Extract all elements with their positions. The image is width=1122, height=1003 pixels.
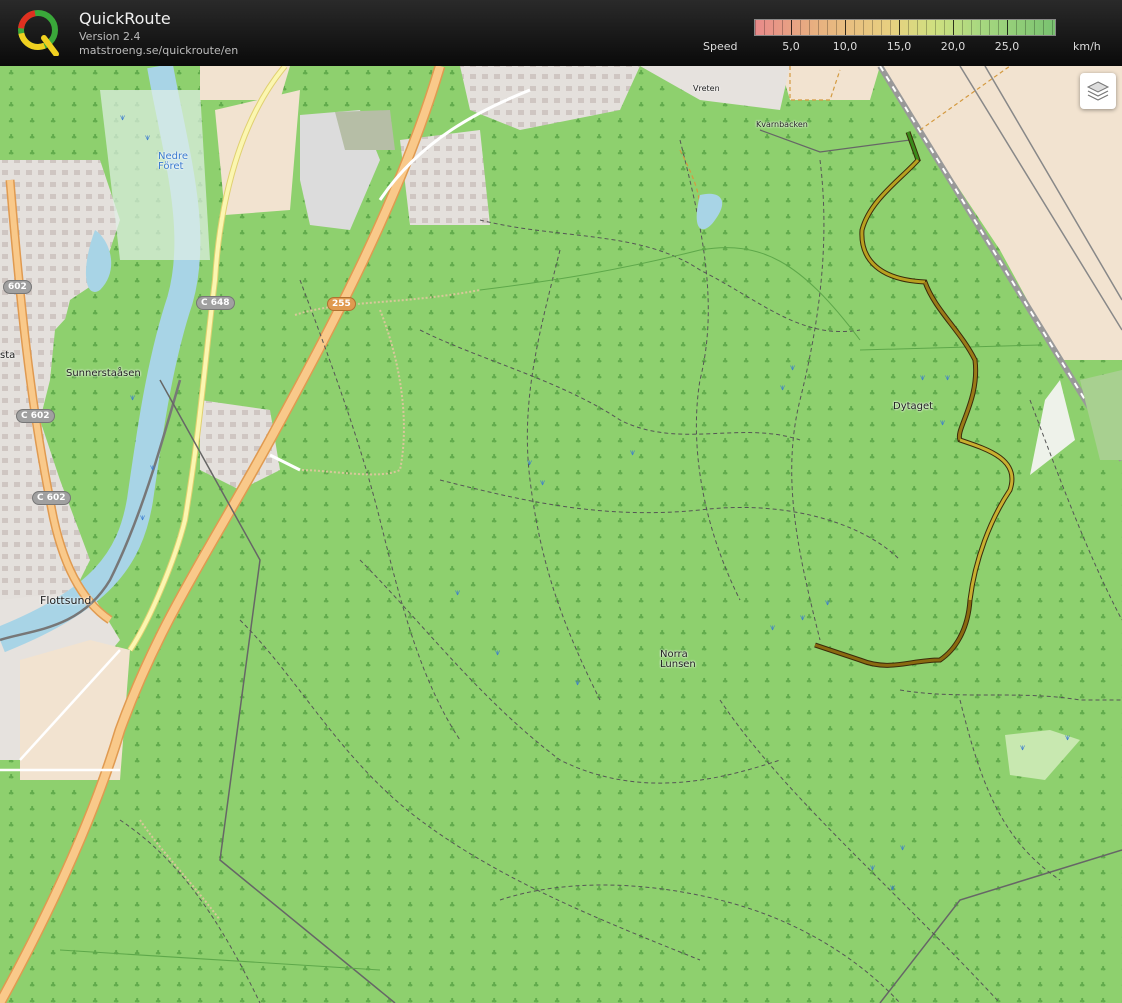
svg-text:⩛: ⩛ [140,513,145,523]
place-flottsund: Flottsund [40,594,92,607]
road-shield-c648: C 648 [196,296,235,310]
speed-tick-25: 25,0 [994,40,1020,53]
farmland-north [780,66,880,100]
svg-text:⩛: ⩛ [540,478,545,488]
speed-tick-10: 10,0 [832,40,858,53]
road-shield-c602: C 602 [16,409,55,423]
svg-text:⩛: ⩛ [495,648,500,658]
speed-unit: km/h [1073,40,1101,53]
layers-icon [1086,81,1110,101]
svg-text:⩛: ⩛ [527,458,532,468]
place-dytaget: Dytaget [893,401,934,412]
svg-text:⩛: ⩛ [575,678,580,688]
app-version: Version 2.4 [79,30,141,43]
svg-text:⩛: ⩛ [455,588,460,598]
svg-text:⩛: ⩛ [1065,733,1070,743]
svg-text:⩛: ⩛ [900,843,905,853]
speed-label: Speed [703,40,738,53]
svg-text:⩛: ⩛ [120,113,125,123]
svg-text:⩛: ⩛ [1020,743,1025,753]
svg-text:⩛: ⩛ [770,623,775,633]
app-url[interactable]: matstroeng.se/quickroute/en [79,44,238,57]
app-title: QuickRoute [79,9,171,28]
quickroute-logo-icon [18,10,59,56]
svg-text:⩛: ⩛ [800,613,805,623]
place-norra-lunsen: Norra Lunsen [660,649,696,670]
svg-text:⩛: ⩛ [870,863,875,873]
road-shield-c602-south: C 602 [32,491,71,505]
place-kvarnbacken: Kvarnbacken [756,120,808,129]
place-sunnerstaasen: Sunnerstaåsen [66,368,141,379]
app-header: QuickRoute Version 2.4 matstroeng.se/qui… [0,0,1122,66]
svg-text:⩛: ⩛ [890,883,895,893]
svg-text:⩛: ⩛ [920,373,925,383]
road-shield-602: 602 [3,280,32,294]
svg-text:⩛: ⩛ [790,363,795,373]
map-canvas[interactable]: ♣ [0,66,1122,1003]
svg-text:⩛: ⩛ [150,463,155,473]
speed-tick-15: 15,0 [886,40,912,53]
svg-text:⩛: ⩛ [825,598,830,608]
map-view[interactable]: ♣ [0,66,1122,1003]
speed-tick-20: 20,0 [940,40,966,53]
place-sta: sta [0,350,16,361]
svg-text:⩛: ⩛ [940,418,945,428]
svg-text:⩛: ⩛ [780,383,785,393]
place-nedre-foret: Nedre Föret [158,151,189,172]
layers-button[interactable] [1080,73,1116,109]
road-shield-255: 255 [327,297,356,311]
svg-text:⩛: ⩛ [945,373,950,383]
speed-tick-5: 5,0 [782,40,800,53]
svg-text:⩛: ⩛ [145,133,150,143]
place-vreten: Vreten [693,84,720,93]
speed-color-scale [754,19,1056,36]
svg-text:⩛: ⩛ [130,393,135,403]
svg-text:⩛: ⩛ [630,448,635,458]
